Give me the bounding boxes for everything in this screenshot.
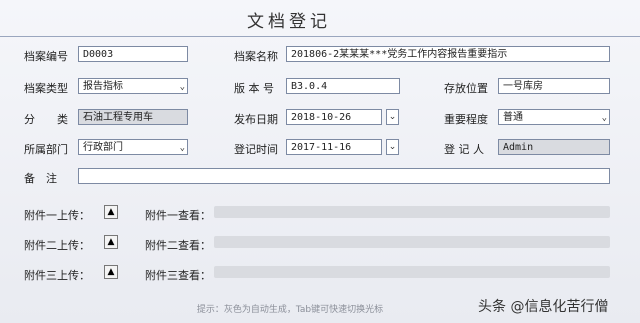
publish-date-picker-icon[interactable]: ⌄ <box>386 109 399 125</box>
attachment-3-view-field[interactable] <box>214 266 610 278</box>
importance-value: 普通 <box>503 112 523 123</box>
title-bar: 文档登记 <box>0 0 640 37</box>
attachment-2-view-field[interactable] <box>214 236 610 248</box>
importance-select[interactable]: 普通 ⌄ <box>498 109 610 125</box>
attachment-3-view-label: 附件三查看： <box>145 269 211 282</box>
attachment-1-view-label: 附件一查看： <box>145 209 211 222</box>
doc-no-label: 档案编号 <box>24 50 68 63</box>
location-input[interactable]: 一号库房 <box>498 78 610 94</box>
version-input[interactable]: B3.0.4 <box>286 78 400 94</box>
registrant-readonly: Admin <box>498 139 610 155</box>
remark-input[interactable] <box>78 168 610 184</box>
doc-type-select[interactable]: 报告指标 ⌄ <box>78 78 188 94</box>
attachment-1-view-field[interactable] <box>214 206 610 218</box>
doc-name-input[interactable]: 201806-2某某某***党务工作内容报告重要指示 <box>286 46 610 62</box>
version-label: 版 本 号 <box>234 82 274 95</box>
department-select[interactable]: 行政部门 ⌄ <box>78 139 188 155</box>
registrant-label: 登 记 人 <box>444 143 484 156</box>
doc-name-label: 档案名称 <box>234 50 278 63</box>
triangle-up-icon: ▲ <box>107 207 115 217</box>
chevron-down-icon: ⌄ <box>179 82 185 92</box>
chevron-down-icon: ⌄ <box>179 143 185 153</box>
chevron-down-icon: ⌄ <box>601 113 607 123</box>
attachment-2-upload-label: 附件二上传： <box>24 239 90 252</box>
publish-date-label: 发布日期 <box>234 113 278 126</box>
attachment-1-upload-label: 附件一上传： <box>24 209 90 222</box>
category-label: 分 类 <box>24 113 68 126</box>
triangle-up-icon: ▲ <box>107 267 115 277</box>
register-time-picker-icon[interactable]: ⌄ <box>386 139 399 155</box>
location-label: 存放位置 <box>444 82 488 95</box>
publish-date-input[interactable]: 2018-10-26 <box>286 109 382 125</box>
doc-type-label: 档案类型 <box>24 82 68 95</box>
doc-type-value: 报告指标 <box>83 81 123 92</box>
attachment-1-upload-button[interactable]: ▲ <box>104 205 118 219</box>
page-title: 文档登记 <box>247 12 331 32</box>
attachment-3-upload-button[interactable]: ▲ <box>104 265 118 279</box>
attachment-2-upload-button[interactable]: ▲ <box>104 235 118 249</box>
department-label: 所属部门 <box>24 143 68 156</box>
attachment-3-upload-label: 附件三上传： <box>24 269 90 282</box>
department-value: 行政部门 <box>83 142 123 153</box>
category-readonly: 石油工程专用车 <box>78 109 188 125</box>
triangle-up-icon: ▲ <box>107 237 115 247</box>
importance-label: 重要程度 <box>444 113 488 126</box>
doc-no-input[interactable]: D0003 <box>78 46 188 62</box>
attachment-2-view-label: 附件二查看： <box>145 239 211 252</box>
register-time-label: 登记时间 <box>234 143 278 156</box>
remark-label: 备 注 <box>24 172 57 185</box>
watermark: 头条 @信息化苦行僧 <box>478 299 609 315</box>
register-time-input[interactable]: 2017-11-16 <box>286 139 382 155</box>
